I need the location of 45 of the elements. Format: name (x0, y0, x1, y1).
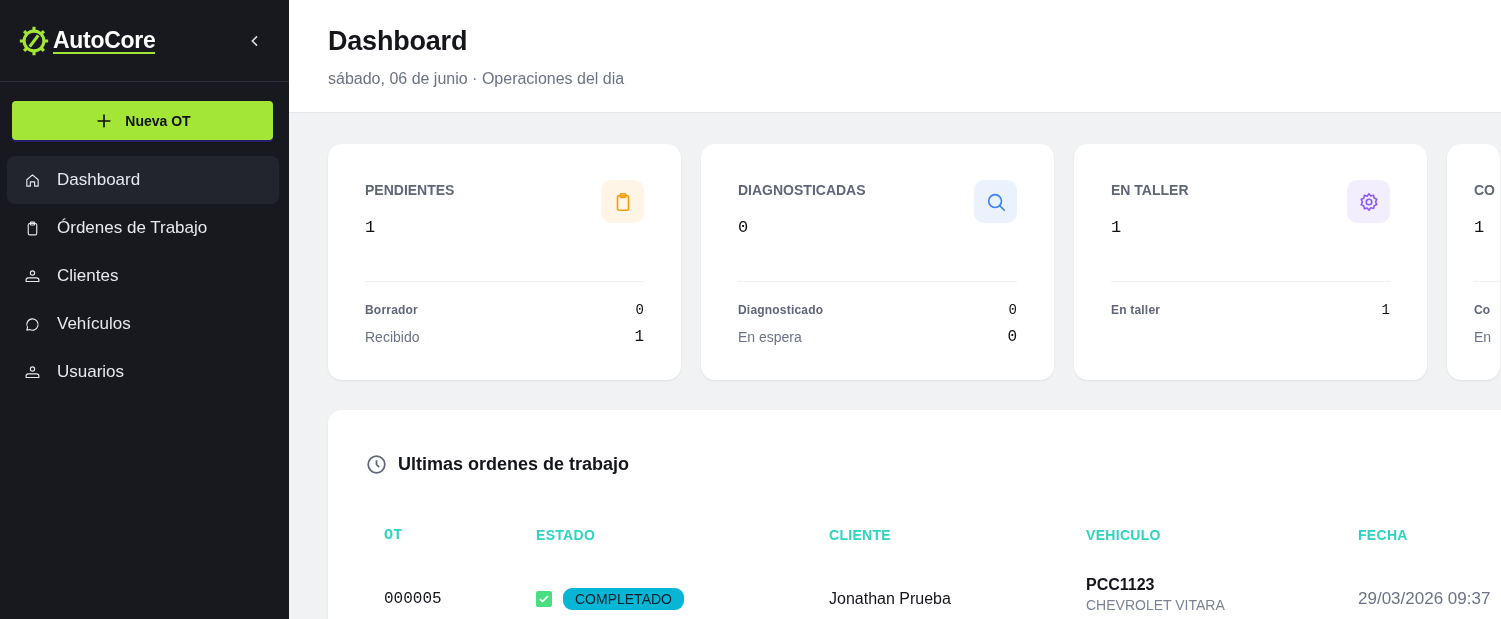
nav-item[interactable]: Dashboard (7, 156, 279, 204)
status-label: Recibido (365, 328, 420, 345)
nav-item[interactable]: Vehículos (7, 300, 279, 348)
new-order-button[interactable]: Nueva OT (12, 101, 273, 140)
page-title: Dashboard (328, 26, 469, 57)
card-count: 1 (1474, 218, 1486, 237)
column-header: OT (384, 527, 404, 546)
status-count: 1 (634, 327, 644, 346)
status-count: 1 (1381, 301, 1390, 318)
status-count: 0 (635, 301, 644, 318)
status-count: 0 (1007, 327, 1017, 346)
home-icon (24, 171, 41, 189)
status-count: 0 (1008, 301, 1017, 318)
license-plate: PCC1123 (1086, 576, 1156, 594)
card-title: PENDIENTES (365, 182, 455, 198)
column-header: ESTADO (536, 527, 597, 545)
clock-icon (366, 454, 387, 475)
card-count: 0 (738, 218, 750, 237)
nav-item[interactable]: Usuarios (7, 348, 279, 396)
status-label: En taller (1111, 302, 1161, 317)
people-icon (24, 267, 41, 285)
card-count: 1 (365, 218, 377, 237)
people-icon (24, 363, 41, 381)
order-date: 29/03/2026 09:37 (1358, 589, 1491, 609)
nav-item[interactable]: Clientes (7, 252, 279, 300)
section-title: Ultimas ordenes de trabajo (398, 454, 630, 475)
card-title: CO (1474, 182, 1495, 198)
status-label: Borrador (365, 302, 418, 317)
vehicle-model: CHEVROLET VITARA (1086, 597, 1225, 613)
status-label: Diagnosticado (738, 302, 824, 317)
client-name: Jonathan Prueba (829, 589, 952, 609)
status-label: En (1474, 328, 1492, 345)
status-label: Co (1474, 302, 1491, 317)
chat-bubble-icon (24, 315, 41, 333)
card-title: DIAGNOSTICADAS (738, 182, 866, 198)
brand-name: AutoCore (53, 27, 156, 54)
status-badge: COMPLETADO (563, 588, 684, 610)
order-number: 000005 (384, 589, 443, 610)
nav-item[interactable]: Órdenes de Trabajo (7, 204, 279, 252)
column-header: FECHA (1358, 527, 1409, 545)
card-title: EN TALLER (1111, 182, 1189, 198)
card-count: 1 (1111, 218, 1123, 237)
status-label: En espera (738, 328, 802, 345)
page-subtitle: sábado, 06 de junio · Operaciones del dia (328, 70, 626, 88)
column-header: CLIENTE (829, 527, 892, 545)
